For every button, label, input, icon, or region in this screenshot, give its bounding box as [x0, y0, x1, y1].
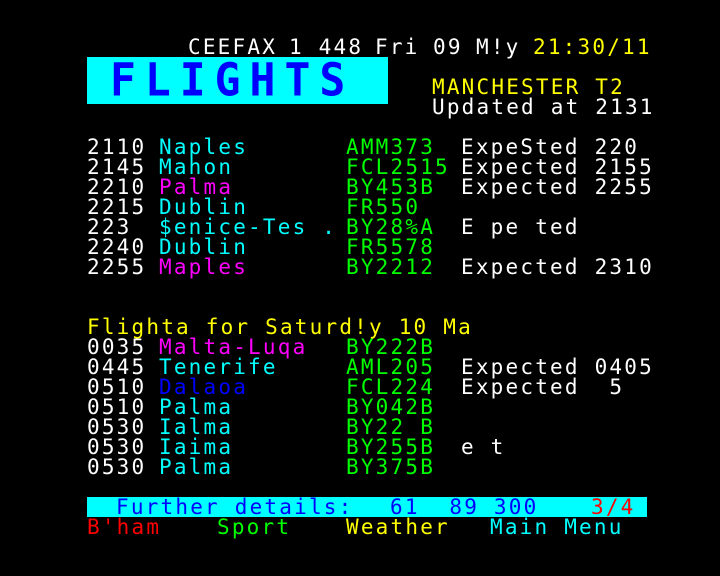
flight-destination: Mahon	[159, 155, 234, 179]
flight-number: BY2212	[346, 255, 436, 279]
fastext-green-link[interactable]: Sport	[217, 517, 291, 538]
airport-name: MANCHESTER T2	[432, 75, 625, 99]
flight-destination: Palma	[159, 455, 234, 479]
header-day: Fri	[375, 35, 420, 59]
flight-number: AML205	[346, 355, 436, 379]
banner-title: FLIGHTS	[110, 54, 355, 108]
header-month: M!y	[476, 35, 521, 59]
flight-time: 0530	[87, 435, 147, 459]
flight-destination: Naples	[159, 135, 249, 159]
flight-time: 2145	[87, 155, 147, 179]
flight-number: AMM373	[346, 135, 436, 159]
flight-time: 2210	[87, 175, 147, 199]
page-index: 3/4	[591, 495, 636, 519]
flight-destination: Palma	[159, 395, 234, 419]
flight-number: BY28%A	[346, 215, 436, 239]
flights-banner: FLIGHTS	[87, 54, 388, 108]
flight-time: 2240	[87, 235, 147, 259]
flight-number: BY222B	[346, 335, 436, 359]
flight-time: 0530	[87, 415, 147, 439]
updated-time: Updated at 2131	[432, 95, 655, 119]
flight-number: FR5578	[346, 235, 436, 259]
details-phone: 61 89 300	[390, 495, 539, 519]
flight-destination: Palma	[159, 175, 234, 199]
flight-number: BY453B	[346, 175, 436, 199]
flight-status: Expected 2155	[461, 155, 654, 179]
flight-destination: Maples	[159, 255, 249, 279]
flight-number: FCL2515	[346, 155, 450, 179]
saturday-heading: Flighta for Saturd!y 10 Ma	[87, 315, 473, 339]
flight-destination: Iaima	[159, 435, 234, 459]
flight-status: Expected 0405	[461, 355, 654, 379]
flight-time: 0510	[87, 375, 147, 399]
flight-status: ExpeSted 220	[461, 135, 640, 159]
flight-number: FR550	[346, 195, 421, 219]
header-date: 09	[433, 35, 463, 59]
flight-time: 223	[87, 215, 132, 239]
flight-destination: Dublin	[159, 235, 249, 259]
flight-destination: $enice-Tes .	[159, 215, 338, 239]
flight-time: 0530	[87, 455, 147, 479]
flight-time: 0510	[87, 395, 147, 419]
flight-status: Expected 2255	[461, 175, 654, 199]
flight-time: 2255	[87, 255, 147, 279]
flight-time: 0445	[87, 355, 147, 379]
flight-time: 2110	[87, 135, 147, 159]
flight-destination: Tenerife	[159, 355, 278, 379]
flight-status: Expected 5	[461, 375, 625, 399]
flight-destination: Dublin	[159, 195, 249, 219]
flight-status: e t	[461, 435, 506, 459]
fastext-cyan-link[interactable]: Main Menu	[490, 517, 624, 538]
flight-number: BY375B	[346, 455, 436, 479]
header-clock: 21:30/11	[533, 35, 652, 59]
flight-time: 2215	[87, 195, 147, 219]
fastext-yellow-link[interactable]: Weather	[346, 517, 450, 538]
flight-number: BY22 B	[346, 415, 436, 439]
flight-status: Expected 2310	[461, 255, 654, 279]
details-label: Further details:	[116, 495, 354, 519]
flight-number: BY255B	[346, 435, 436, 459]
flight-destination: Dalaoa	[159, 375, 249, 399]
flight-destination: Malta-Luqa	[159, 335, 308, 359]
fastext-red-link[interactable]: B'ham	[87, 517, 161, 538]
flight-time: 0035	[87, 335, 147, 359]
flight-number: FCL224	[346, 375, 436, 399]
flight-number: BY042B	[346, 395, 436, 419]
flight-destination: Ialma	[159, 415, 234, 439]
flight-status: E pe ted	[461, 215, 580, 239]
